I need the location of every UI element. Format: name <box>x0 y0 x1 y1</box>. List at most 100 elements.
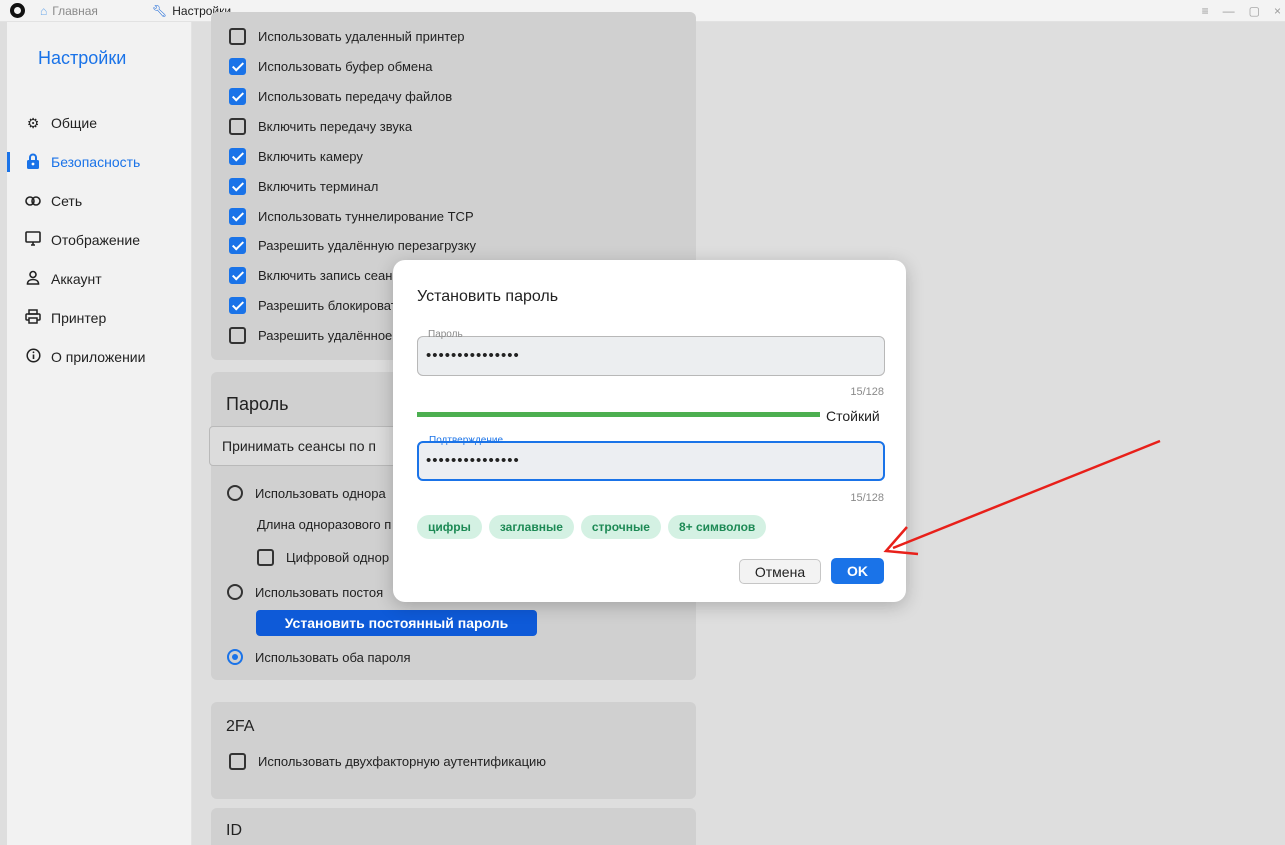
sidebar-item-label: Общие <box>51 115 98 131</box>
set-permanent-password-button[interactable]: Установить постоянный пароль <box>256 610 537 636</box>
menu-icon[interactable]: ≡ <box>1202 4 1209 18</box>
one-time-length-label[interactable]: Длина одноразового п <box>257 514 391 534</box>
tab-home-label: Главная <box>52 4 98 18</box>
perm-clipboard[interactable]: Использовать буфер обмена <box>229 56 433 76</box>
perm-remote-restart[interactable]: Разрешить удалённую перезагрузку <box>229 235 476 255</box>
checkbox-label: Включить терминал <box>258 178 379 194</box>
radio-label: Использовать оба пароля <box>255 649 411 665</box>
id-card: ID <box>211 808 696 845</box>
radio-label: Использовать однора <box>255 485 386 501</box>
sidebar-item-label: Безопасность <box>51 154 141 170</box>
sidebar-item-security[interactable]: Безопасность <box>7 147 191 177</box>
sidebar-item-printer[interactable]: Принтер <box>7 303 191 333</box>
checkbox[interactable] <box>229 752 246 770</box>
checkbox-label: Использовать передачу файлов <box>258 88 453 104</box>
sidebar-item-account[interactable]: Аккаунт <box>7 264 191 294</box>
confirm-counter: 15/128 <box>850 492 884 504</box>
perm-block-input[interactable]: Разрешить блокироват <box>229 295 397 315</box>
option-one-time-password[interactable]: Использовать однора <box>227 483 386 503</box>
perm-remote-printer[interactable]: Использовать удаленный принтер <box>229 26 465 46</box>
sidebar: Настройки ⚙ Общие Безопасность Сеть Отоб… <box>7 22 192 845</box>
password-strength-label: Стойкий <box>826 408 880 424</box>
close-icon[interactable]: × <box>1274 4 1281 18</box>
id-section-title: ID <box>226 822 242 839</box>
checkbox[interactable] <box>229 57 246 75</box>
sidebar-item-label: О приложении <box>51 349 146 365</box>
printer-icon <box>25 309 41 327</box>
sidebar-item-label: Сеть <box>51 193 83 209</box>
checkbox[interactable] <box>229 27 246 45</box>
checkbox[interactable] <box>229 207 246 225</box>
checkbox-label: Использовать буфер обмена <box>258 58 433 74</box>
option-digital-one-time[interactable]: Цифровой однор <box>257 547 389 567</box>
password-field[interactable]: Пароль ••••••••••••••• <box>417 329 885 376</box>
home-icon: ⌂ <box>40 4 48 18</box>
cancel-button[interactable]: Отмена <box>739 559 821 584</box>
checkbox[interactable] <box>229 326 246 344</box>
sidebar-item-label: Отображение <box>51 232 141 248</box>
maximize-icon[interactable]: ▢ <box>1249 4 1260 18</box>
requirement-chip-digits: цифры <box>417 515 482 539</box>
option-permanent-password[interactable]: Использовать постоя <box>227 582 383 602</box>
checkbox-label: Включить передачу звука <box>258 118 413 134</box>
confirm-field-value: ••••••••••••••• <box>426 452 520 469</box>
checkbox-label: Разрешить удалённую перезагрузку <box>258 237 476 253</box>
password-field-value: ••••••••••••••• <box>426 347 520 364</box>
checkbox[interactable] <box>229 266 246 284</box>
perm-file-transfer[interactable]: Использовать передачу файлов <box>229 86 452 106</box>
one-time-length-text: Длина одноразового п <box>257 516 392 532</box>
sidebar-item-about[interactable]: О приложении <box>7 342 191 372</box>
perm-remote-config[interactable]: Разрешить удалённое <box>229 325 392 345</box>
checkbox-label: Использовать удаленный принтер <box>258 28 465 44</box>
perm-session-recording[interactable]: Включить запись сеанс <box>229 265 399 285</box>
password-strength-bar <box>417 412 820 417</box>
checkbox-label: Цифровой однор <box>286 549 390 565</box>
perm-terminal[interactable]: Включить терминал <box>229 176 378 196</box>
link-icon <box>25 193 41 209</box>
radio-button[interactable] <box>227 485 243 501</box>
password-counter: 15/128 <box>850 386 884 398</box>
checkbox-label: Использовать туннелирование TCP <box>258 208 474 224</box>
confirm-password-field[interactable]: Подтверждение ••••••••••••••• <box>417 435 885 481</box>
dropdown-value: Принимать сеансы по п <box>222 438 377 454</box>
checkbox-label: Включить камеру <box>258 148 363 164</box>
radio-button[interactable] <box>227 584 243 600</box>
password-requirements: цифры заглавные строчные 8+ символов <box>417 515 767 539</box>
window-controls: ≡ — ▢ × <box>1202 0 1281 22</box>
sidebar-item-display[interactable]: Отображение <box>7 225 191 255</box>
wrench-icon: 🔧︎ <box>152 4 168 18</box>
confirm-field-label: Подтверждение <box>427 435 506 446</box>
user-icon <box>25 270 41 288</box>
lock-icon <box>25 153 41 172</box>
requirement-chip-uppercase: заглавные <box>488 515 574 539</box>
option-both-passwords[interactable]: Использовать оба пароля <box>227 647 411 667</box>
ok-button[interactable]: OK <box>831 558 884 584</box>
sidebar-item-general[interactable]: ⚙ Общие <box>7 108 191 138</box>
set-password-dialog: Установить пароль Пароль •••••••••••••••… <box>393 260 906 602</box>
sidebar-title: Настройки <box>38 48 127 68</box>
password-field-label: Пароль <box>426 329 465 340</box>
minimize-icon[interactable]: — <box>1223 4 1235 18</box>
checkbox-label: Разрешить удалённое <box>258 327 393 343</box>
checkbox[interactable] <box>229 117 246 135</box>
checkbox[interactable] <box>257 548 274 566</box>
requirement-chip-lowercase: строчные <box>580 515 661 539</box>
radio-button[interactable] <box>227 649 243 665</box>
checkbox[interactable] <box>229 236 246 254</box>
dialog-title: Установить пароль <box>417 288 559 305</box>
checkbox[interactable] <box>229 147 246 165</box>
sidebar-item-label: Аккаунт <box>51 271 102 287</box>
perm-tcp-tunnel[interactable]: Использовать туннелирование TCP <box>229 206 474 226</box>
tab-home[interactable]: ⌂ Главная <box>40 0 98 22</box>
checkbox[interactable] <box>229 87 246 105</box>
checkbox[interactable] <box>229 296 246 314</box>
checkbox-label: Использовать двухфакторную аутентификаци… <box>258 753 547 769</box>
checkbox[interactable] <box>229 177 246 195</box>
twofa-section-title: 2FA <box>226 718 255 735</box>
perm-audio[interactable]: Включить передачу звука <box>229 116 412 136</box>
sidebar-item-network[interactable]: Сеть <box>7 186 191 216</box>
monitor-icon <box>25 231 41 249</box>
option-2fa[interactable]: Использовать двухфакторную аутентификаци… <box>229 751 546 771</box>
perm-camera[interactable]: Включить камеру <box>229 146 363 166</box>
requirement-chip-length: 8+ символов <box>667 515 767 539</box>
